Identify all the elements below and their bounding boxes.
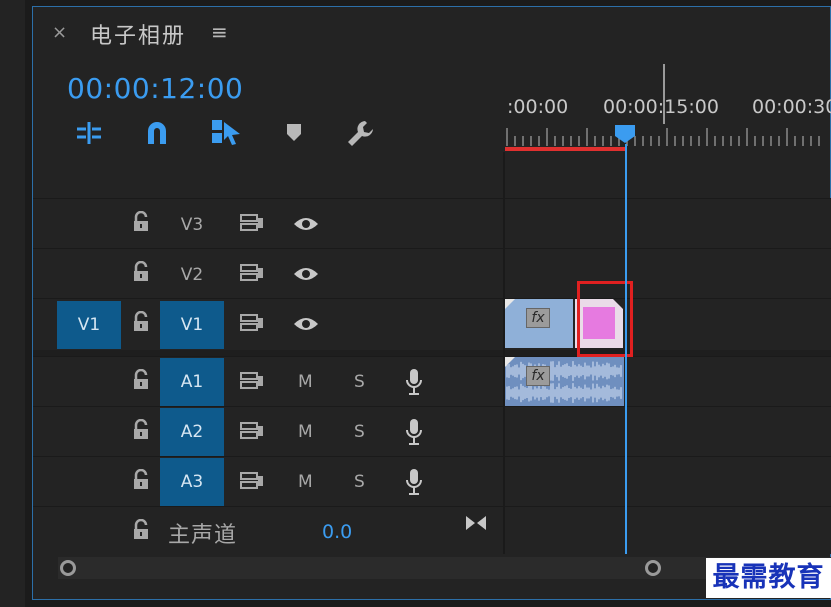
sync-lock-film-icon[interactable]	[240, 314, 264, 332]
timeline-settings-wrench-icon[interactable]	[345, 118, 377, 148]
header-content-divider	[503, 152, 505, 554]
sync-lock-film-icon[interactable]	[240, 214, 264, 232]
ruler-label-start: :00:00	[507, 96, 569, 118]
ruler-label-30s: 00:00:30	[752, 96, 831, 118]
voiceover-mic-icon[interactable]	[405, 418, 423, 446]
mute-button[interactable]: M	[298, 472, 313, 492]
track-row-v2	[33, 248, 831, 298]
track-name-a2[interactable]: A2	[160, 408, 224, 456]
watermark-logo: 最需教育	[706, 558, 831, 598]
track-lock-icon[interactable]	[132, 419, 150, 441]
track-row-a3	[33, 456, 831, 506]
track-row-a2	[33, 406, 831, 456]
track-name-v1[interactable]: V1	[160, 301, 224, 349]
scrollbar-right-handle[interactable]	[645, 560, 661, 576]
work-area-bar[interactable]	[505, 147, 625, 151]
sync-lock-film-icon[interactable]	[240, 472, 264, 490]
track-lock-icon[interactable]	[132, 369, 150, 391]
fx-badge: fx	[526, 308, 550, 328]
toggle-output-eye-icon[interactable]	[292, 265, 320, 283]
sync-lock-film-icon[interactable]	[240, 422, 264, 440]
add-marker-icon[interactable]	[285, 122, 303, 144]
track-lock-icon[interactable]	[132, 261, 150, 283]
playhead-handle[interactable]	[614, 124, 636, 144]
track-lock-icon[interactable]	[132, 211, 150, 233]
sync-lock-film-icon[interactable]	[240, 264, 264, 282]
insert-overwrite-icon[interactable]	[74, 120, 104, 146]
track-lock-icon[interactable]	[132, 469, 150, 491]
track-lock-icon[interactable]	[132, 519, 150, 541]
track-name-v3[interactable]: V3	[160, 201, 224, 249]
playhead-timecode[interactable]: 00:00:12:00	[67, 72, 243, 105]
fit-tracks-icon[interactable]	[464, 514, 488, 532]
track-lock-icon[interactable]	[132, 311, 150, 333]
playhead-line[interactable]	[625, 144, 627, 554]
track-row-v1	[33, 298, 831, 350]
scrollbar-left-handle[interactable]	[60, 560, 76, 576]
toggle-output-eye-icon[interactable]	[292, 215, 320, 233]
snap-magnet-icon[interactable]	[144, 120, 170, 146]
master-track-label: 主声道	[168, 523, 238, 548]
mute-button[interactable]: M	[298, 372, 313, 392]
voiceover-mic-icon[interactable]	[405, 368, 423, 396]
track-row-a1	[33, 356, 831, 406]
toggle-output-eye-icon[interactable]	[292, 315, 320, 333]
solo-button[interactable]: S	[354, 422, 365, 442]
track-row-master	[33, 506, 831, 554]
close-panel-button[interactable]: ×	[52, 22, 67, 43]
ruler-cursor-line	[663, 64, 665, 124]
solo-button[interactable]: S	[354, 472, 365, 492]
fx-badge: fx	[526, 366, 550, 386]
voiceover-mic-icon[interactable]	[405, 468, 423, 496]
track-row-v3	[33, 198, 831, 248]
track-name-a1[interactable]: A1	[160, 358, 224, 406]
sequence-title: 电子相册	[90, 24, 187, 49]
panel-menu-icon[interactable]: ≡	[211, 20, 228, 44]
mute-button[interactable]: M	[298, 422, 313, 442]
source-patch-v1[interactable]: V1	[57, 301, 121, 349]
left-panel-strip	[0, 0, 25, 607]
ruler-label-15s: 00:00:15:00	[603, 96, 719, 118]
clip-corner-marker	[505, 357, 515, 367]
track-name-v2[interactable]: V2	[160, 251, 224, 299]
audio-clip[interactable]: fx	[505, 357, 624, 406]
audio-waveform	[506, 361, 622, 403]
clip-corner-marker	[505, 299, 515, 309]
master-volume-value[interactable]: 0.0	[322, 521, 352, 543]
linked-selection-icon[interactable]	[210, 118, 242, 146]
sync-lock-film-icon[interactable]	[240, 372, 264, 390]
video-clip[interactable]: fx	[505, 299, 573, 348]
time-ruler[interactable]	[505, 126, 831, 148]
track-name-a3[interactable]: A3	[160, 458, 224, 506]
solo-button[interactable]: S	[354, 372, 365, 392]
